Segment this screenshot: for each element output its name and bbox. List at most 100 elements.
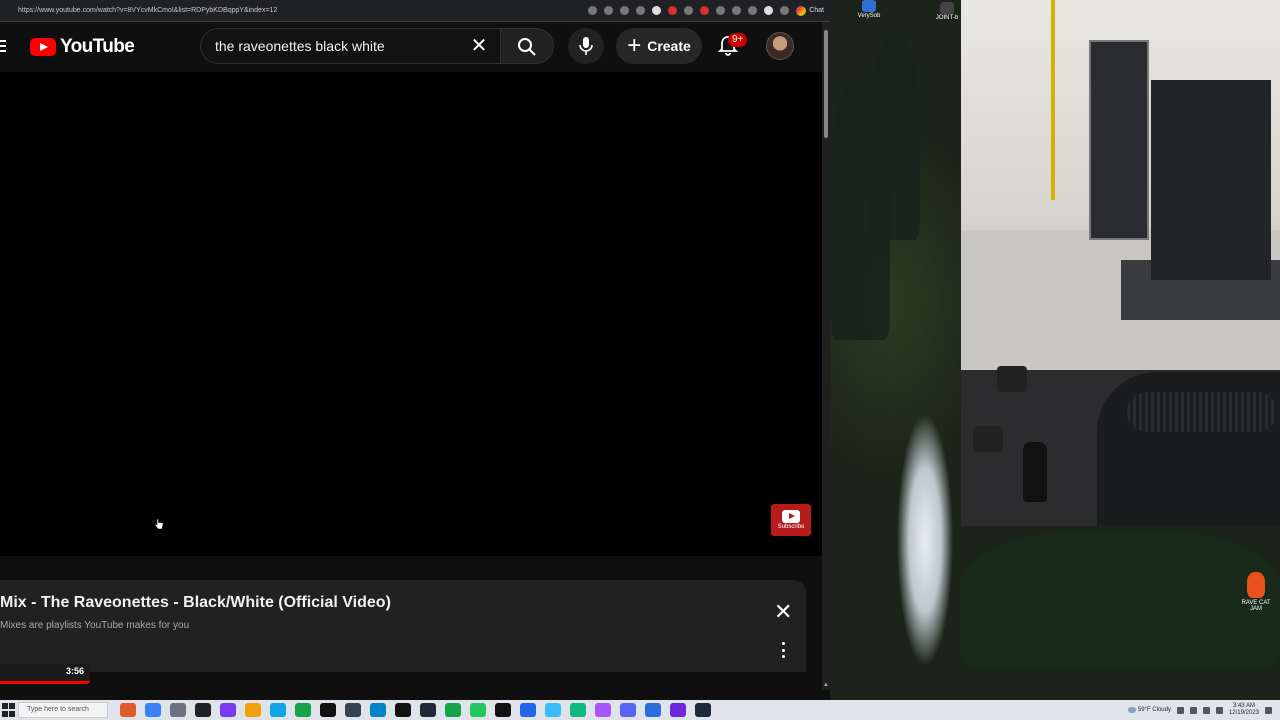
create-button[interactable]: + Create	[616, 28, 702, 64]
taskbar-app-icon[interactable]	[220, 703, 236, 717]
taskbar-app-icon[interactable]	[120, 703, 136, 717]
page-scrollbar[interactable]: ▲	[822, 22, 830, 690]
playlist-title[interactable]: Mix - The Raveonettes - Black/White (Off…	[0, 594, 391, 612]
hand-cursor-icon	[154, 518, 164, 530]
create-label: Create	[647, 38, 691, 54]
extension-icons: Chat	[588, 5, 830, 16]
taskbar-app-icon[interactable]	[495, 703, 511, 717]
taskbar-app-icon[interactable]	[445, 703, 461, 717]
extension-icon[interactable]	[636, 6, 646, 15]
desktop-icon[interactable]: RAVE CAT JAM	[1238, 572, 1274, 612]
weather-widget[interactable]: 59°F Cloudy	[1127, 707, 1171, 713]
youtube-play-icon	[782, 510, 800, 523]
webcam-pole	[1051, 0, 1055, 200]
taskbar-app-icon[interactable]	[695, 703, 711, 717]
video-duration: 3:56	[65, 666, 84, 676]
taskbar-app-icon[interactable]	[545, 703, 561, 717]
scrollbar-thumb[interactable]	[824, 30, 828, 138]
clock[interactable]: 3:43 AM 12/19/2023	[1229, 703, 1259, 717]
tray-chevron-icon[interactable]	[1176, 706, 1184, 714]
notification-center-icon[interactable]	[1265, 706, 1272, 714]
chat-button[interactable]: Chat	[796, 5, 824, 16]
extension-icon[interactable]	[668, 6, 678, 15]
desktop-icon[interactable]: JOINT-b	[930, 2, 964, 21]
desktop-icon-label: VerySob	[857, 13, 881, 19]
desktop-icon[interactable]: VerySob	[854, 0, 884, 19]
weather-text: 59°F Cloudy	[1137, 707, 1171, 713]
voice-search-button[interactable]	[568, 28, 604, 64]
taskbar-app-icon[interactable]	[195, 703, 211, 717]
search-box: ✕	[200, 28, 500, 64]
volume-icon[interactable]	[1215, 706, 1223, 714]
bluetooth-icon[interactable]	[1189, 706, 1197, 714]
search-input[interactable]	[215, 29, 455, 63]
webcam-shelf	[1089, 40, 1149, 240]
taskbar-app-icon[interactable]	[645, 703, 661, 717]
zoom-icon[interactable]	[604, 6, 614, 15]
taskbar-app-icon[interactable]	[595, 703, 611, 717]
taskbar-app-icon[interactable]	[470, 703, 486, 717]
taskbar-app-icon[interactable]	[395, 703, 411, 717]
close-icon[interactable]: ✕	[774, 601, 792, 623]
youtube-logo[interactable]: YouTube	[30, 36, 135, 58]
cloud-icon	[1127, 707, 1136, 713]
menu-icon[interactable]	[0, 40, 6, 52]
tab-search-icon[interactable]	[732, 6, 742, 15]
system-tray: 59°F Cloudy 3:43 AM 12/19/2023	[1127, 703, 1280, 717]
taskbar-app-icon[interactable]	[345, 703, 361, 717]
youtube-header: YouTube ✕ + Create 9+	[0, 22, 822, 72]
taskbar-search[interactable]: Type here to search	[18, 702, 108, 718]
rave-cat-icon	[1247, 572, 1265, 598]
taskbar-app-icon[interactable]	[320, 703, 336, 717]
clock-date: 12/19/2023	[1228, 710, 1259, 716]
network-icon[interactable]	[1202, 706, 1210, 714]
webcam-equipment	[1151, 80, 1271, 280]
more-options-icon[interactable]	[779, 642, 787, 658]
taskbar-app-icon[interactable]	[270, 703, 286, 717]
taskbar-apps	[120, 703, 711, 717]
taskbar-app-icon[interactable]	[620, 703, 636, 717]
subscribe-watermark-button[interactable]: Subscribe	[771, 504, 811, 536]
address-bar[interactable]: https://www.youtube.com/watch?v=8VYcvMkC…	[0, 0, 830, 22]
taskbar-app-icon[interactable]	[295, 703, 311, 717]
extensions-puzzle-icon[interactable]	[716, 6, 726, 15]
clear-search-icon[interactable]: ✕	[469, 36, 489, 56]
app-icon	[940, 2, 954, 14]
notifications-badge: 9+	[728, 33, 748, 47]
webcam-dumbbell	[997, 366, 1027, 392]
playlist-video-thumbnail[interactable]: 3:56	[0, 664, 90, 684]
star-icon[interactable]	[620, 6, 630, 15]
taskbar-app-icon[interactable]	[145, 703, 161, 717]
taskbar-app-icon[interactable]	[245, 703, 261, 717]
user-avatar[interactable]	[766, 32, 794, 60]
webcam-overlay	[961, 0, 1280, 526]
youtube-play-icon	[30, 38, 56, 56]
playlist-subtitle: Mixes are playlists YouTube makes for yo…	[0, 620, 190, 631]
wallpaper-forest	[960, 530, 1280, 670]
url-text[interactable]: https://www.youtube.com/watch?v=8VYcvMkC…	[0, 7, 588, 14]
favorites-icon[interactable]	[748, 6, 758, 15]
webcam-chair	[1097, 372, 1280, 526]
chat-label: Chat	[809, 7, 824, 14]
bookmark-icon[interactable]	[588, 6, 598, 15]
webcam-dumbbell	[973, 426, 1003, 452]
more-menu-icon[interactable]	[780, 6, 790, 15]
search-button[interactable]	[500, 28, 554, 64]
taskbar-app-icon[interactable]	[670, 703, 686, 717]
taskbar-app-icon[interactable]	[420, 703, 436, 717]
taskbar-app-icon[interactable]	[520, 703, 536, 717]
browser-window: https://www.youtube.com/watch?v=8VYcvMkC…	[0, 0, 830, 700]
extension-icon[interactable]	[700, 6, 710, 15]
extension-icon[interactable]	[652, 6, 662, 15]
taskbar-app-icon[interactable]	[570, 703, 586, 717]
profile-icon[interactable]	[764, 6, 774, 15]
app-icon	[862, 0, 876, 12]
taskbar-app-icon[interactable]	[170, 703, 186, 717]
start-button[interactable]	[2, 703, 16, 717]
plus-icon: +	[627, 32, 642, 59]
extension-icon[interactable]	[684, 6, 694, 15]
video-player[interactable]: Subscribe	[0, 72, 822, 556]
scroll-down-icon[interactable]: ▲	[822, 682, 830, 688]
taskbar: Type here to search 59°F Cloudy 3:43 AM …	[0, 700, 1280, 720]
taskbar-app-icon[interactable]	[370, 703, 386, 717]
